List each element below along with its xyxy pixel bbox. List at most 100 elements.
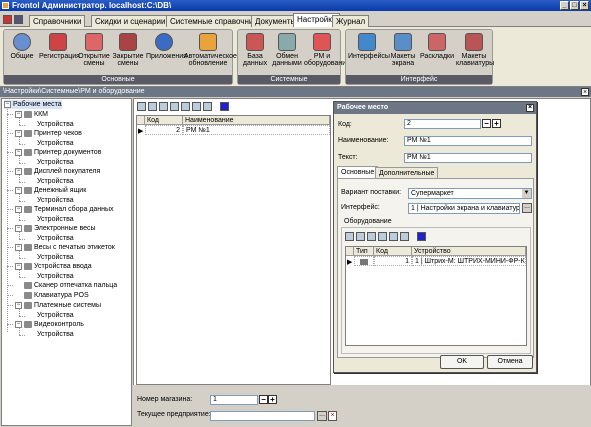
registration-button[interactable]: Регистрация (39, 33, 80, 60)
tree-item-devices[interactable]: Устройства (37, 215, 74, 224)
tree-item-fingerprint-scanner[interactable]: Сканер отпечатка пальца (24, 281, 117, 290)
device-code-cell[interactable]: 1 (374, 256, 412, 266)
tab-discounts-scenarios[interactable]: Скидки и сценарии (91, 15, 170, 27)
store-number-field[interactable]: 1 (210, 395, 258, 405)
table-row-code[interactable]: 2 (145, 125, 183, 135)
layouts-icon (428, 33, 446, 51)
tree-item-devices[interactable]: Устройства (37, 177, 74, 186)
tree-item-customer-display[interactable]: − Дисплей покупателя (15, 167, 100, 176)
column-header-name[interactable]: Наименование (183, 116, 330, 125)
app-icon (2, 2, 9, 9)
tree-item-devices[interactable]: Устройства (37, 139, 74, 148)
interface-field[interactable]: 1 | Настройки экрана и клавиатуры (408, 203, 520, 214)
copy-icon[interactable] (378, 232, 387, 241)
tree-item-label-scales[interactable]: − Весы с печатью этикеток (15, 243, 115, 252)
tree-item-devices[interactable]: Устройства (37, 311, 74, 320)
workplace-tree: − Рабочие места − ККМ Устройства − Принтер … (1, 98, 132, 426)
close-panel-icon[interactable]: × (581, 88, 589, 96)
filter-icon[interactable] (400, 232, 409, 241)
database-icon (246, 33, 264, 51)
device-name-cell[interactable]: 1 | Штрих-М: ШТРИХ-МИНИ-ФР-К (412, 256, 526, 266)
refresh-icon[interactable] (203, 102, 212, 111)
layouts-button[interactable]: Раскладки (420, 33, 454, 60)
name-field[interactable]: РМ №1 (404, 136, 532, 146)
interface-label: Интерфейс: (341, 204, 380, 211)
tree-item-receipt-printer[interactable]: − Принтер чеков (15, 129, 82, 138)
stop-icon[interactable] (417, 232, 426, 241)
edit-icon[interactable] (356, 232, 365, 241)
interfaces-button[interactable]: Интерфейсы (348, 33, 390, 60)
text-field[interactable]: РМ №1 (404, 153, 532, 163)
ribbon: Общие Регистрация Открытие смены Закрыти… (0, 27, 591, 87)
label-scales-icon (24, 243, 32, 251)
close-shift-button[interactable]: Закрытие смены (112, 33, 144, 67)
applications-button[interactable]: Приложения (146, 33, 187, 60)
video-icon (24, 320, 32, 328)
filter-icon[interactable] (192, 102, 201, 111)
stop-icon[interactable] (220, 102, 229, 111)
tree-item-video-control[interactable]: − Видеоконтроль (15, 320, 84, 329)
device-type-cell[interactable] (354, 256, 374, 266)
current-company-field[interactable] (210, 411, 315, 421)
interfaces-icon (358, 33, 376, 51)
tree-item-input-devices[interactable]: − Устройства ввода (15, 262, 92, 271)
add-icon[interactable] (345, 232, 354, 241)
close-icon[interactable]: × (526, 104, 534, 112)
clear-icon[interactable]: × (328, 411, 337, 421)
decrement-button[interactable]: − (482, 119, 491, 128)
app-menu-icon[interactable] (3, 15, 12, 24)
column-header-device[interactable]: Устройство (412, 247, 526, 256)
edit-icon[interactable] (148, 102, 157, 111)
copy-icon[interactable] (170, 102, 179, 111)
database-button[interactable]: База данных (240, 33, 270, 67)
delivery-variant-select[interactable]: Супермаркет ▼ (408, 188, 532, 199)
tree-item-electronic-scales[interactable]: − Электронные весы (15, 224, 96, 233)
tree-item-devices[interactable]: Устройства (37, 158, 74, 167)
tree-item-devices[interactable]: Устройства (37, 196, 74, 205)
increment-button[interactable]: + (268, 395, 277, 404)
browse-button[interactable]: ... (522, 203, 532, 213)
column-header-code[interactable]: Код (145, 116, 183, 125)
tree-item-data-terminal[interactable]: − Терминал сбора данных (15, 205, 114, 214)
find-icon[interactable] (389, 232, 398, 241)
ok-button[interactable]: OK (440, 355, 484, 369)
tree-item-devices[interactable]: Устройства (37, 272, 74, 281)
workplace-equipment-button[interactable]: РМ и оборудование (304, 33, 350, 67)
find-icon[interactable] (181, 102, 190, 111)
maximize-icon[interactable]: □ (570, 1, 579, 10)
browse-button[interactable]: ... (317, 411, 327, 421)
auto-update-button[interactable]: Автоматическое обновление (184, 33, 237, 67)
open-shift-button[interactable]: Открытие смены (78, 33, 110, 67)
equipment-grid: Тип Код Устройство ▶ 1 1 | Штрих-М: ШТРИ… (345, 246, 527, 346)
keyboard-icon (24, 291, 32, 299)
delete-icon[interactable] (367, 232, 376, 241)
tree-item-cash-drawer[interactable]: − Денежный ящик (15, 186, 86, 195)
delete-icon[interactable] (159, 102, 168, 111)
tree-item-devices[interactable]: Устройства (37, 330, 74, 339)
column-header-code[interactable]: Код (374, 247, 412, 256)
increment-button[interactable]: + (492, 119, 501, 128)
tree-root[interactable]: − Рабочие места (4, 100, 62, 109)
applications-icon (155, 33, 173, 51)
save-icon[interactable] (14, 15, 23, 24)
tree-item-devices[interactable]: Устройства (37, 234, 74, 243)
tree-item-devices[interactable]: Устройства (37, 253, 74, 262)
tree-item-document-printer[interactable]: − Принтер документов (15, 148, 101, 157)
tab-references[interactable]: Справочники (29, 15, 86, 27)
cancel-button[interactable]: Отмена (487, 355, 533, 369)
tree-item-payment-systems[interactable]: − Платежные системы (15, 301, 101, 310)
data-exchange-button[interactable]: Обмен данными (272, 33, 302, 67)
table-row-name[interactable]: РМ №1 (183, 125, 330, 135)
minimize-icon[interactable]: _ (560, 1, 569, 10)
add-icon[interactable] (137, 102, 146, 111)
keyboard-layouts-button[interactable]: Макеты клавиатуры (456, 33, 494, 67)
tree-item-devices[interactable]: Устройства (37, 120, 74, 129)
close-icon[interactable]: × (580, 1, 589, 10)
decrement-button[interactable]: − (259, 395, 268, 404)
general-button[interactable]: Общие (7, 33, 37, 60)
screen-layouts-button[interactable]: Макеты экрана (388, 33, 418, 67)
code-field[interactable]: 2 (404, 119, 481, 129)
tree-item-pos-keyboard[interactable]: Клавиатура POS (24, 291, 89, 300)
column-header-type[interactable]: Тип (354, 247, 374, 256)
tab-journal[interactable]: Журнал (332, 15, 370, 27)
